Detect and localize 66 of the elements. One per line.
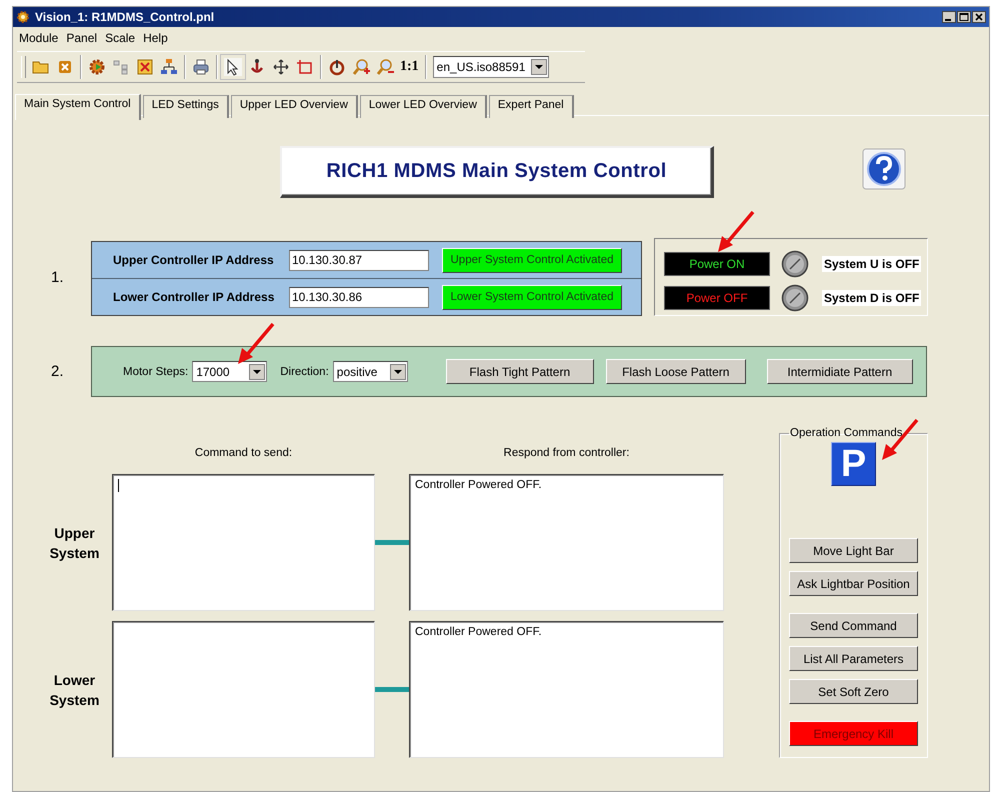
pattern-button[interactable]: Intermidiate Pattern	[766, 359, 913, 384]
tab[interactable]: LED Settings	[142, 95, 229, 118]
status-button[interactable]: Lower System Control Activated	[442, 284, 622, 310]
power-display: Power ON	[664, 252, 770, 276]
menu-item[interactable]: Scale	[105, 31, 136, 45]
response-text: Controller Powered OFF.	[415, 626, 542, 638]
minimize-icon[interactable]	[942, 11, 956, 23]
field-label: Direction:	[280, 366, 329, 378]
pattern-button[interactable]: Flash Loose Pattern	[606, 359, 746, 384]
command-button[interactable]: Send Command	[789, 613, 918, 638]
menu-item[interactable]: Panel	[66, 31, 98, 45]
image-icon[interactable]	[136, 58, 154, 76]
system-status-label: System D is OFF	[822, 290, 922, 306]
pointer-icon[interactable]	[224, 58, 242, 76]
menu-item[interactable]: Module	[19, 31, 58, 45]
pattern-button[interactable]: Flash Tight Pattern	[446, 359, 594, 384]
field-label: Lower Controller IP Address	[113, 290, 276, 304]
move-icon[interactable]	[272, 58, 290, 76]
indicator-lamp-icon	[781, 250, 809, 278]
tab[interactable]: Main System Control	[15, 94, 141, 120]
system-label: Upper System	[48, 524, 100, 562]
field-label: Motor Steps:	[123, 366, 188, 378]
direction-dropdown[interactable]: positive	[332, 361, 408, 382]
step-number: 1.	[50, 268, 65, 286]
system-status-label: System U is OFF	[822, 256, 922, 272]
command-field[interactable]	[112, 474, 375, 611]
zoom-in-icon[interactable]	[352, 58, 370, 76]
command-button[interactable]: Set Soft Zero	[789, 679, 918, 704]
command-button[interactable]: Move Light Bar	[789, 538, 918, 563]
status-button[interactable]: Upper System Control Activated	[442, 248, 622, 272]
maximize-icon[interactable]	[957, 11, 971, 23]
parking-button[interactable]: P	[831, 442, 876, 486]
gear-icon[interactable]	[88, 58, 106, 76]
step-number: 2.	[50, 363, 65, 380]
tab[interactable]: Upper LED Overview	[230, 95, 358, 118]
system-label: Lower System	[48, 670, 100, 710]
hierarchy-icon[interactable]	[160, 58, 178, 76]
annotation-arrow	[716, 210, 756, 254]
printer-icon[interactable]	[192, 58, 210, 76]
column-heading: Command to send:	[194, 447, 294, 461]
column-heading: Respond from controller:	[502, 447, 630, 461]
gear-icon	[16, 10, 30, 24]
close-icon[interactable]	[972, 11, 986, 23]
annotation-arrow	[236, 322, 276, 366]
command-button[interactable]: Ask Lightbar Position	[789, 571, 918, 596]
panel-title: RICH1 MDMS Main System Control	[280, 146, 714, 198]
zoom-reset-button[interactable]: 1:1	[400, 59, 419, 75]
field-label: Upper Controller IP Address	[113, 253, 275, 267]
window-title: Vision_1: R1MDMS_Control.pnl	[35, 10, 214, 24]
help-icon[interactable]	[862, 148, 906, 190]
response-text: Controller Powered OFF.	[415, 479, 542, 491]
tab[interactable]: Expert Panel	[488, 95, 574, 118]
power-display: Power OFF	[664, 286, 770, 310]
ip-address-field[interactable]: 10.130.30.87	[289, 250, 429, 270]
motor-steps-dropdown[interactable]: 17000	[192, 361, 268, 382]
locale-dropdown[interactable]: en_US.iso88591	[432, 56, 549, 78]
indicator-lamp-icon	[781, 284, 809, 312]
command-field[interactable]	[112, 621, 375, 758]
zoom-out-icon[interactable]	[376, 58, 394, 76]
nodes-icon[interactable]	[112, 58, 130, 76]
ip-address-field[interactable]: 10.130.30.86	[289, 286, 429, 308]
command-button[interactable]: List All Parameters	[789, 646, 918, 671]
tab[interactable]: Lower LED Overview	[360, 95, 487, 118]
crop-icon[interactable]	[296, 58, 314, 76]
menu-item[interactable]: Help	[143, 31, 168, 45]
group-legend: Operation Commands	[789, 427, 904, 439]
